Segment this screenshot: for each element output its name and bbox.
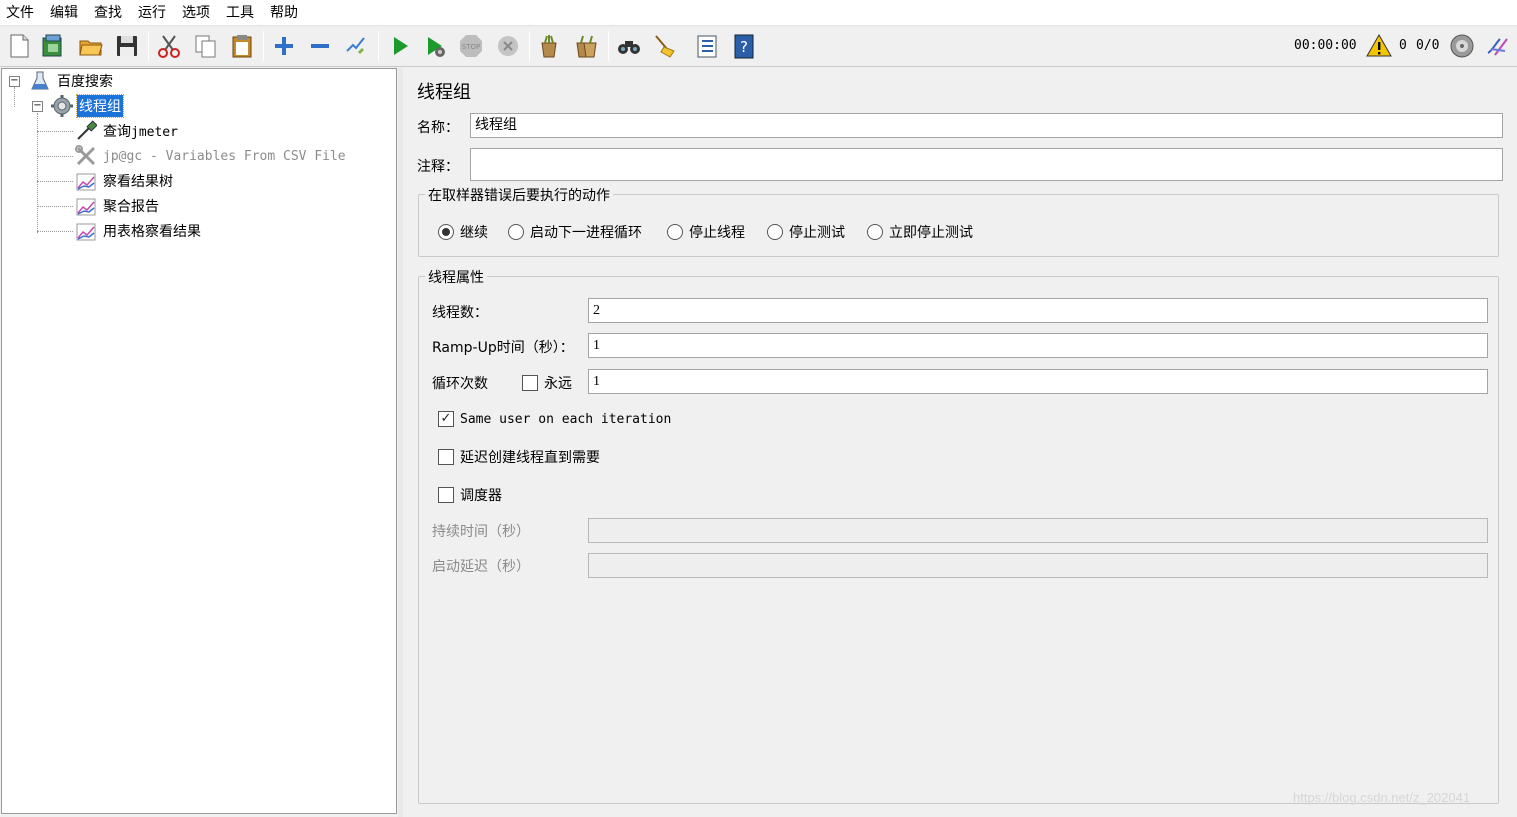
- menu-search[interactable]: 查找: [94, 1, 122, 25]
- forever-checkbox-box[interactable]: [522, 375, 538, 391]
- collapse-thread-group-toggle[interactable]: −: [32, 101, 43, 112]
- collapse-icon[interactable]: [306, 32, 334, 60]
- active-threads: 0/0: [1416, 38, 1440, 53]
- reset-search-icon[interactable]: [651, 32, 679, 60]
- loop-count-field[interactable]: 1: [588, 369, 1488, 394]
- thread-properties-group: 线程属性 线程数： 2 Ramp-Up时间（秒）： 1 循环次数 永远 1 ✓ S…: [418, 267, 1499, 804]
- sampler-pipette-icon: [75, 120, 97, 142]
- duration-label: 持续时间（秒）: [432, 524, 530, 540]
- scheduler-checkbox[interactable]: 调度器: [438, 485, 502, 505]
- thread-properties-title: 线程属性: [425, 267, 487, 287]
- listener-chart-icon: [75, 170, 97, 192]
- menu-edit[interactable]: 编辑: [50, 1, 78, 25]
- loop-count-label: 循环次数: [432, 376, 488, 392]
- radio-stop-thread-indicator[interactable]: [667, 224, 683, 240]
- comment-field[interactable]: [470, 148, 1503, 181]
- remote-icon[interactable]: [1448, 32, 1476, 60]
- comment-label: 注释：: [417, 159, 459, 175]
- templates-icon[interactable]: [39, 32, 67, 60]
- toolbar: STOP ? 00:00:00 0 0/0: [0, 27, 1517, 67]
- same-user-checkbox[interactable]: ✓ Same user on each iteration: [438, 411, 671, 427]
- warning-count: 0: [1399, 38, 1407, 53]
- radio-stop-test[interactable]: 停止测试: [767, 222, 845, 242]
- new-icon[interactable]: [5, 32, 33, 60]
- tree-node-view-results-tree[interactable]: 察看结果树: [75, 170, 175, 192]
- gear-icon: [51, 95, 73, 117]
- duration-field[interactable]: [588, 518, 1488, 543]
- save-icon[interactable]: [113, 32, 141, 60]
- expand-icon[interactable]: [270, 32, 298, 60]
- name-field[interactable]: 线程组: [470, 113, 1503, 138]
- stop-icon[interactable]: STOP: [457, 32, 485, 60]
- tree-node-view-results-table[interactable]: 用表格察看结果: [75, 220, 203, 242]
- radio-start-next-loop[interactable]: 启动下一进程循环: [508, 222, 642, 242]
- copy-icon[interactable]: [192, 32, 220, 60]
- config-tools-icon: [75, 145, 97, 167]
- menu-file[interactable]: 文件: [6, 1, 34, 25]
- tree-node-aggregate-report[interactable]: 聚合报告: [75, 195, 161, 217]
- function-helper-icon[interactable]: [693, 32, 721, 60]
- collapse-root-toggle[interactable]: −: [9, 76, 20, 87]
- listener-chart-icon: [75, 195, 97, 217]
- paste-icon[interactable]: [228, 32, 256, 60]
- menu-tools[interactable]: 工具: [226, 1, 254, 25]
- menubar: 文件 编辑 查找 运行 选项 工具 帮助: [0, 0, 1517, 26]
- threads-label: 线程数：: [432, 305, 488, 321]
- listener-chart-icon: [75, 220, 97, 242]
- radio-stop-test-indicator[interactable]: [767, 224, 783, 240]
- delay-thread-creation-checkbox-box[interactable]: [438, 449, 454, 465]
- radio-continue[interactable]: 继续: [438, 222, 488, 242]
- start-no-pause-icon[interactable]: [421, 32, 449, 60]
- tree-node-http-sampler[interactable]: 查询jmeter: [75, 120, 180, 142]
- test-plan-tree[interactable]: − − 百度搜索 线程组 查询jmeter jp@gc - Variables …: [1, 68, 397, 814]
- startup-delay-label: 启动延迟（秒）: [432, 559, 530, 575]
- menu-help[interactable]: 帮助: [270, 1, 298, 25]
- menu-run[interactable]: 运行: [138, 1, 166, 25]
- sampler-name-suffix: jmeter: [131, 125, 178, 140]
- cut-icon[interactable]: [155, 32, 183, 60]
- radio-continue-indicator[interactable]: [438, 224, 454, 240]
- elapsed-timer: 00:00:00: [1294, 38, 1357, 53]
- delay-thread-creation-checkbox[interactable]: 延迟创建线程直到需要: [438, 447, 600, 467]
- radio-start-next-loop-indicator[interactable]: [508, 224, 524, 240]
- scheduler-checkbox-box[interactable]: [438, 487, 454, 503]
- svg-text:STOP: STOP: [462, 43, 480, 51]
- same-user-checkbox-box[interactable]: ✓: [438, 411, 454, 427]
- help-icon[interactable]: ?: [730, 32, 758, 60]
- threads-field[interactable]: 2: [588, 298, 1488, 323]
- clear-all-icon[interactable]: [572, 32, 600, 60]
- watermark: https://blog.csdn.net/z_202041: [1293, 790, 1471, 805]
- clear-icon[interactable]: [535, 32, 563, 60]
- startup-delay-field[interactable]: [588, 553, 1488, 578]
- name-label: 名称：: [417, 120, 459, 136]
- tree-node-test-plan[interactable]: 百度搜索: [29, 70, 115, 92]
- open-icon[interactable]: [77, 32, 105, 60]
- menu-options[interactable]: 选项: [182, 1, 210, 25]
- sampler-error-action-group: 在取样器错误后要执行的动作 继续 启动下一进程循环 停止线程 停止测试 立即停止…: [418, 185, 1499, 257]
- tree-node-thread-group[interactable]: 线程组: [51, 94, 124, 118]
- start-icon[interactable]: [386, 32, 414, 60]
- tree-node-csv-variables[interactable]: jp@gc - Variables From CSV File: [75, 145, 348, 167]
- forever-checkbox[interactable]: 永远: [522, 373, 572, 393]
- radio-stop-test-now-indicator[interactable]: [867, 224, 883, 240]
- log-viewer-icon[interactable]: [1484, 32, 1512, 60]
- shutdown-icon[interactable]: [494, 32, 522, 60]
- thread-group-panel: 线程组 名称： 线程组 注释： 在取样器错误后要执行的动作 继续 启动下一进程循…: [404, 68, 1517, 817]
- panel-title: 线程组: [417, 82, 471, 103]
- warning-icon[interactable]: [1365, 32, 1393, 60]
- rampup-label: Ramp-Up时间（秒）：: [432, 340, 574, 356]
- rampup-field[interactable]: 1: [588, 333, 1488, 358]
- radio-stop-test-now[interactable]: 立即停止测试: [867, 222, 973, 242]
- search-icon[interactable]: [615, 32, 643, 60]
- radio-stop-thread[interactable]: 停止线程: [667, 222, 745, 242]
- svg-text:?: ?: [740, 38, 748, 56]
- test-plan-icon: [29, 70, 51, 92]
- sampler-error-action-title: 在取样器错误后要执行的动作: [425, 185, 613, 205]
- toggle-icon[interactable]: [342, 32, 370, 60]
- sampler-name-prefix: 查询: [103, 124, 131, 140]
- panel-splitter[interactable]: [398, 68, 403, 817]
